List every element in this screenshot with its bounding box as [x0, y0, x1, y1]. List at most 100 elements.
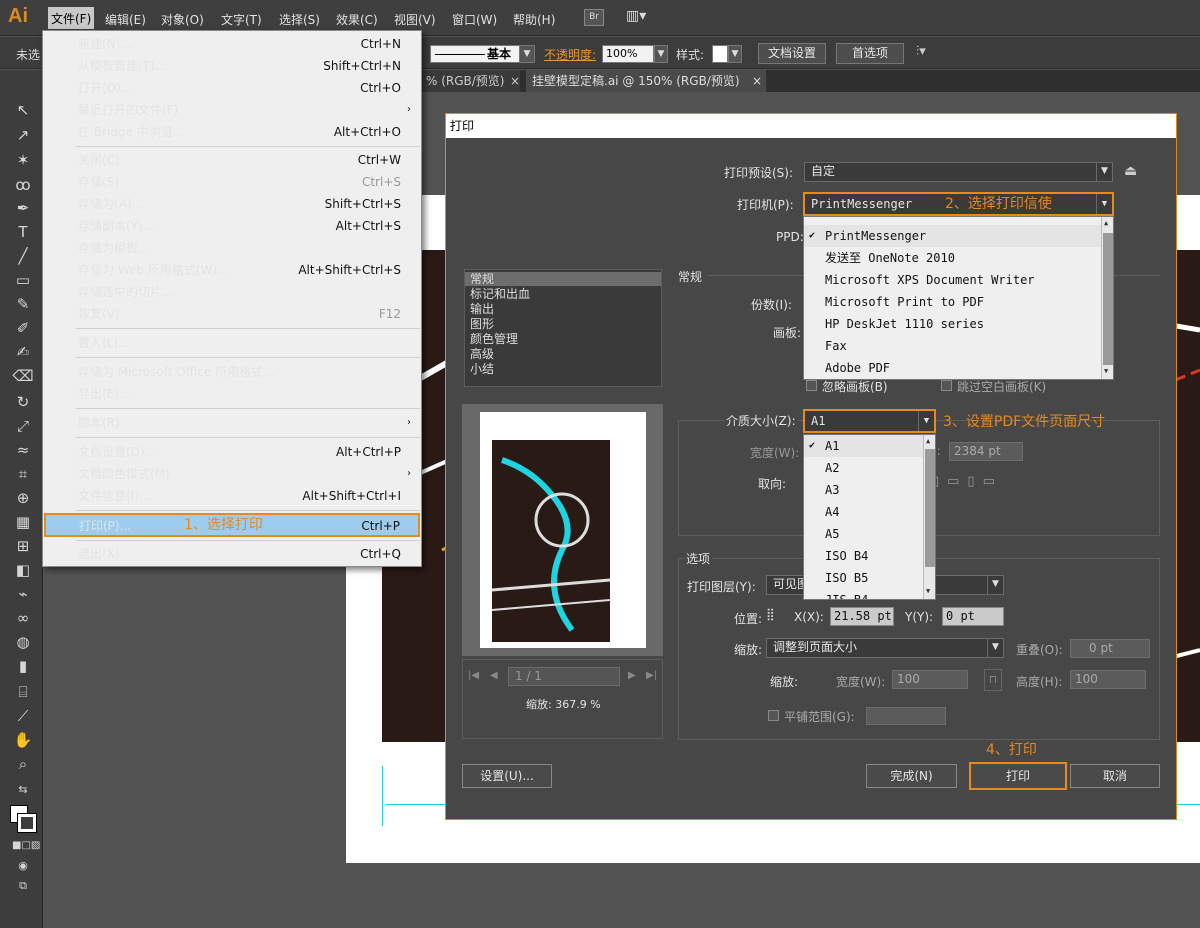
preferences-button[interactable]: 首选项 [836, 43, 904, 64]
menu-item-open[interactable]: 打开(O)... Ctrl+O [43, 77, 421, 99]
scale-select[interactable]: 调整到页面大小 ▼ [766, 638, 1004, 658]
category-marks-bleed[interactable]: 标记和出血 [470, 287, 530, 301]
blob-brush-icon[interactable]: ✍ [12, 342, 34, 362]
chevron-down-icon[interactable]: ▼ [654, 45, 668, 63]
menu-item-save-template[interactable]: 存储为模板... [43, 237, 421, 259]
document-setup-button[interactable]: 文档设置 [758, 43, 826, 64]
menu-item-scripts[interactable]: 脚本(R) › [43, 412, 421, 434]
rotate-tool-icon[interactable]: ↻ [12, 392, 34, 412]
stroke-profile-select[interactable]: 基本 ▼ [430, 45, 535, 63]
scroll-down-icon[interactable]: ▼ [926, 587, 930, 595]
symbol-sprayer-icon[interactable]: ◍ [12, 632, 34, 652]
scroll-thumb[interactable] [925, 449, 935, 567]
menu-item-save-copy[interactable]: 存储副本(Y)... Alt+Ctrl+S [43, 215, 421, 237]
save-preset-icon[interactable]: ⏏ [1124, 163, 1137, 179]
menu-item-browse-bridge[interactable]: 在 Bridge 中浏览... Alt+Ctrl+O [43, 121, 421, 143]
menu-file[interactable]: 文件(F) [48, 7, 95, 29]
first-page-icon[interactable]: |◀ [468, 670, 479, 681]
menu-item-recent[interactable]: 最近打开的文件(F) › [43, 99, 421, 121]
last-page-icon[interactable]: ▶| [646, 670, 657, 681]
opacity-label[interactable]: 不透明度: [544, 46, 596, 63]
pencil-icon[interactable]: ✐ [12, 318, 34, 338]
media-option[interactable]: A4 [804, 501, 923, 523]
menu-item-save-as[interactable]: 存储为(A)... Shift+Ctrl+S [43, 193, 421, 215]
blend-tool-icon[interactable]: ∞ [12, 608, 34, 628]
menu-item-new[interactable]: 新建(N)... Ctrl+N [43, 33, 421, 55]
printer-option[interactable]: Microsoft XPS Document Writer [804, 269, 1101, 291]
category-graphics[interactable]: 图形 [470, 317, 494, 331]
artboard-tool-icon[interactable]: ⌸ [12, 682, 34, 702]
swap-colors-icon[interactable]: ⇆ [12, 780, 34, 800]
screen-mode-icon[interactable]: ⧉ [12, 876, 34, 896]
draw-mode-icon[interactable]: ◉ [12, 856, 34, 876]
print-button[interactable]: 打印 [969, 762, 1067, 790]
printer-select[interactable]: PrintMessenger 2、选择打印信使 ▼ [803, 192, 1114, 216]
tab-document-1[interactable]: % (RGB/预览) × [420, 70, 520, 92]
warp-tool-icon[interactable]: ≈ [12, 440, 34, 460]
media-list-scrollbar[interactable]: ▲ ▼ [923, 435, 935, 599]
printer-option[interactable]: ✔ PrintMessenger [804, 225, 1101, 247]
style-swatch[interactable] [712, 45, 728, 63]
eyedropper-icon[interactable]: ⌁ [12, 584, 34, 604]
menu-object[interactable]: 对象(O) [161, 11, 204, 28]
menu-help[interactable]: 帮助(H) [513, 11, 555, 28]
menu-item-place[interactable]: 置入(L)... [43, 332, 421, 354]
menu-select[interactable]: 选择(S) [279, 11, 320, 28]
rectangle-tool-icon[interactable]: ▭ [12, 270, 34, 290]
menu-view[interactable]: 视图(V) [394, 11, 436, 28]
menu-item-new-from-template[interactable]: 从模板新建(T)... Shift+Ctrl+N [43, 55, 421, 77]
media-option[interactable]: ISO B5 [804, 567, 923, 589]
printer-list-scrollbar[interactable]: ▲ ▼ [1101, 217, 1113, 379]
hand-tool-icon[interactable]: ✋ [12, 730, 34, 750]
menu-item-close[interactable]: 关闭(C) Ctrl+W [43, 149, 421, 171]
column-graph-icon[interactable]: ▮ [12, 656, 34, 676]
next-page-icon[interactable]: ▶ [628, 670, 636, 681]
line-tool-icon[interactable]: ╱ [12, 246, 34, 266]
scroll-down-icon[interactable]: ▼ [1104, 367, 1108, 375]
media-option[interactable]: ISO B4 [804, 545, 923, 567]
prev-page-icon[interactable]: ◀ [490, 670, 498, 681]
menu-type[interactable]: 文字(T) [221, 11, 262, 28]
printer-option[interactable]: Microsoft Print to PDF [804, 291, 1101, 313]
slice-tool-icon[interactable]: ⟋ [12, 706, 34, 726]
shape-builder-icon[interactable]: ⊕ [12, 488, 34, 508]
media-option[interactable]: A5 [804, 523, 923, 545]
media-option[interactable]: A2 [804, 457, 923, 479]
layout-grid-icon[interactable]: ▥▾ [626, 8, 654, 27]
printer-option[interactable]: 发送至 OneNote 2010 [804, 247, 1101, 269]
menu-item-document-setup[interactable]: 文档设置(D)... Alt+Ctrl+P [43, 441, 421, 463]
stroke-swatch[interactable] [17, 813, 37, 833]
tab-document-2[interactable]: 挂壁模型定稿.ai @ 150% (RGB/预览) × [526, 70, 766, 92]
print-preset-select[interactable]: 自定 ▼ [804, 162, 1113, 182]
tile-checkbox[interactable] [768, 710, 779, 721]
scroll-thumb[interactable] [1103, 233, 1113, 365]
print-preview[interactable] [462, 404, 663, 656]
scroll-up-icon[interactable]: ▲ [1104, 219, 1108, 227]
category-output[interactable]: 输出 [470, 302, 494, 316]
free-transform-icon[interactable]: ⌗ [12, 464, 34, 484]
paintbrush-icon[interactable]: ✎ [12, 294, 34, 314]
menu-window[interactable]: 窗口(W) [452, 11, 497, 28]
opacity-input[interactable]: 100% [602, 45, 654, 63]
menu-item-save-office[interactable]: 存储为 Microsoft Office 所用格式... [43, 361, 421, 383]
mesh-tool-icon[interactable]: ⊞ [12, 536, 34, 556]
bridge-button[interactable]: Br [584, 9, 604, 26]
menu-item-exit[interactable]: 退出(X) Ctrl+Q [43, 543, 421, 565]
menu-item-file-info[interactable]: 文件信息(I)... Alt+Shift+Ctrl+I [43, 485, 421, 507]
eraser-icon[interactable]: ⌫ [12, 366, 34, 386]
setup-button[interactable]: 设置(U)... [462, 764, 552, 788]
category-color-management[interactable]: 颜色管理 [470, 332, 518, 346]
media-option[interactable]: A3 [804, 479, 923, 501]
close-icon[interactable]: × [752, 70, 762, 92]
direct-selection-tool-icon[interactable]: ↗ [12, 125, 34, 145]
close-icon[interactable]: × [510, 70, 520, 92]
position-grid-icon[interactable]: ⣿ [766, 607, 775, 621]
magic-wand-icon[interactable]: ✶ [12, 150, 34, 170]
printer-option[interactable]: Fax [804, 335, 1101, 357]
skip-blank-checkbox[interactable] [941, 380, 952, 391]
media-size-select[interactable]: A1 ▼ [803, 409, 936, 433]
ignore-artboards-checkbox[interactable] [806, 380, 817, 391]
x-input[interactable]: 21.58 pt [830, 607, 894, 626]
pen-tool-icon[interactable]: ✒ [12, 198, 34, 218]
lasso-icon[interactable]: ꝏ [12, 175, 34, 195]
